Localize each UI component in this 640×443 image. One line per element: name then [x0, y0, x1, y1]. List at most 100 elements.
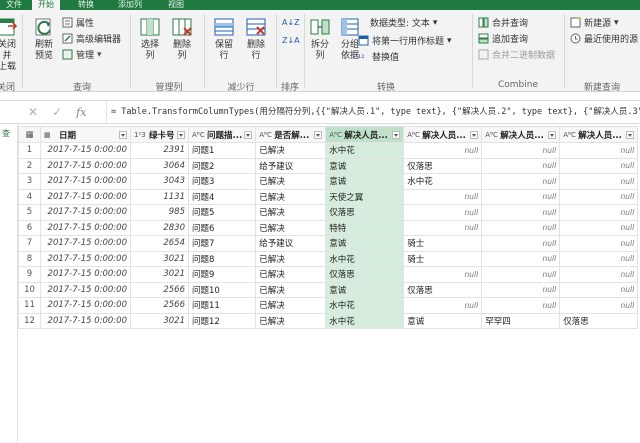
table-cell[interactable]: 已解决 — [255, 281, 327, 298]
table-row[interactable]: 7 2017-7-15 0:00:00 2654 问题7 给予建议 意诚 骑士 null nul… — [18, 235, 639, 252]
table-cell[interactable]: null — [403, 188, 483, 205]
table-cell[interactable]: 问题6 — [187, 219, 257, 236]
table-cell[interactable]: 骑士 — [403, 235, 483, 252]
column-header[interactable]: AᴮC 解决人员... — [559, 126, 639, 143]
table-row[interactable]: 5 2017-7-15 0:00:00 985 问题5 已解决 仅落思 null null nu… — [18, 204, 639, 221]
row-number[interactable]: 5 — [18, 204, 41, 221]
column-filter-icon[interactable] — [548, 130, 557, 139]
properties-button[interactable]: 属性 — [62, 16, 94, 29]
split-column-button[interactable]: 拆分 列 — [306, 16, 334, 62]
table-cell[interactable]: 2017-7-15 0:00:00 — [40, 266, 131, 283]
table-cell[interactable]: 问题7 — [187, 235, 257, 252]
table-cell[interactable]: 意诚 — [325, 235, 405, 252]
table-cell[interactable]: 2566 — [130, 281, 189, 298]
table-cell[interactable]: 2654 — [130, 235, 189, 252]
column-filter-icon[interactable] — [626, 130, 635, 139]
replace-values-button[interactable]: ₁₂ 替换值 — [358, 50, 399, 63]
table-cell[interactable]: null — [481, 188, 561, 205]
keep-rows-button[interactable]: 保留 行 — [209, 16, 239, 62]
column-type-icon[interactable]: ▦ — [44, 131, 57, 139]
new-source-button[interactable]: 新建源 ▾ — [570, 16, 619, 29]
table-cell[interactable]: 水中花 — [325, 297, 405, 314]
column-filter-icon[interactable] — [177, 130, 185, 139]
row-number[interactable]: 8 — [18, 250, 41, 267]
table-cell[interactable]: null — [481, 204, 561, 221]
table-row[interactable]: 6 2017-7-15 0:00:00 2830 问题6 已解决 特特 null null nu… — [18, 219, 639, 236]
column-header[interactable]: ▦ 日期 — [40, 126, 131, 143]
column-type-icon[interactable]: AᴮC — [259, 131, 272, 139]
column-type-icon[interactable]: AᴮC — [407, 131, 420, 139]
table-cell[interactable]: null — [559, 297, 639, 314]
table-cell[interactable]: 给予建议 — [255, 157, 327, 174]
column-header[interactable]: 1²3 绿卡号 — [130, 126, 189, 143]
table-cell[interactable]: 已解决 — [255, 219, 327, 236]
table-cell[interactable]: 2017-7-15 0:00:00 — [40, 297, 131, 314]
formula-input[interactable]: = Table.TransformColumnTypes(用分隔符分列,{{"解… — [106, 101, 640, 123]
column-type-icon[interactable]: AᴮC — [192, 131, 205, 139]
table-cell[interactable]: 问题12 — [187, 312, 257, 329]
row-number[interactable]: 6 — [18, 219, 41, 236]
table-cell[interactable]: 已解决 — [255, 266, 327, 283]
table-cell[interactable]: 意诚 — [325, 281, 405, 298]
table-cell[interactable]: null — [481, 266, 561, 283]
table-cell[interactable]: null — [481, 250, 561, 267]
column-type-icon[interactable]: 1²3 — [134, 131, 147, 139]
row-number[interactable]: 10 — [18, 281, 41, 298]
table-row[interactable]: 11 2017-7-15 0:00:00 2566 问题11 已解决 水中花 null nul… — [18, 297, 639, 314]
table-cell[interactable]: 3043 — [130, 173, 189, 190]
close-and-load-button[interactable]: 关闭并 上载 — [0, 16, 20, 73]
table-cell[interactable]: 水中花 — [403, 173, 483, 190]
table-cell[interactable]: 水中花 — [325, 312, 405, 329]
table-cell[interactable]: 仅落思 — [325, 266, 405, 283]
fx-icon[interactable]: fx — [76, 106, 86, 119]
table-cell[interactable]: null — [481, 173, 561, 190]
table-select-all[interactable]: ▦ — [18, 126, 41, 143]
column-filter-icon[interactable] — [244, 130, 253, 139]
table-cell[interactable]: 2017-7-15 0:00:00 — [40, 235, 131, 252]
table-row[interactable]: 1 2017-7-15 0:00:00 2391 问题1 已解决 水中花 null null n… — [18, 142, 639, 159]
table-cell[interactable]: 仅落思 — [403, 157, 483, 174]
table-cell[interactable]: null — [403, 219, 483, 236]
use-first-row-headers-button[interactable]: 将第一行用作标题 ▾ — [358, 34, 452, 47]
table-cell[interactable]: null — [559, 204, 639, 221]
table-cell[interactable]: 问题10 — [187, 281, 257, 298]
column-type-icon[interactable]: AᴮC — [485, 131, 498, 139]
table-cell[interactable]: 意诚 — [403, 312, 483, 329]
table-cell[interactable]: 2017-7-15 0:00:00 — [40, 281, 131, 298]
row-number[interactable]: 11 — [18, 297, 41, 314]
table-cell[interactable]: 已解决 — [255, 173, 327, 190]
manage-button[interactable]: 管理 ▾ — [62, 48, 102, 61]
table-cell[interactable]: null — [403, 297, 483, 314]
remove-rows-button[interactable]: 删除 行 — [241, 16, 271, 62]
row-number[interactable]: 1 — [18, 142, 41, 159]
table-cell[interactable]: 2017-7-15 0:00:00 — [40, 173, 131, 190]
table-cell[interactable]: 问题1 — [187, 142, 257, 159]
table-cell[interactable]: null — [481, 157, 561, 174]
tab-file[interactable]: 文件 — [0, 0, 28, 10]
table-row[interactable]: 2 2017-7-15 0:00:00 3064 问题2 给予建议 意诚 仅落思 null nu… — [18, 157, 639, 174]
table-cell[interactable]: 2566 — [130, 297, 189, 314]
row-number[interactable]: 3 — [18, 173, 41, 190]
confirm-icon[interactable]: ✓ — [52, 105, 62, 119]
tab-view[interactable]: 视图 — [162, 0, 190, 10]
column-filter-icon[interactable] — [392, 130, 401, 139]
column-filter-icon[interactable] — [119, 130, 127, 139]
tab-transform[interactable]: 转换 — [72, 0, 100, 10]
combine-binaries-button[interactable]: 合并二进制数据 — [478, 48, 555, 61]
table-cell[interactable]: null — [403, 266, 483, 283]
sort-ascending-button[interactable]: A↓Z — [282, 16, 300, 29]
table-cell[interactable]: null — [559, 142, 639, 159]
row-number[interactable]: 4 — [18, 188, 41, 205]
table-cell[interactable]: null — [559, 219, 639, 236]
table-cell[interactable]: 水中花 — [325, 250, 405, 267]
table-cell[interactable]: 2830 — [130, 219, 189, 236]
sort-descending-button[interactable]: Z↓A — [282, 34, 300, 47]
table-cell[interactable]: null — [481, 297, 561, 314]
table-cell[interactable]: 问题5 — [187, 204, 257, 221]
table-cell[interactable]: 仅落思 — [325, 204, 405, 221]
table-cell[interactable]: 骑士 — [403, 250, 483, 267]
table-cell[interactable]: 2391 — [130, 142, 189, 159]
table-cell[interactable]: 问题4 — [187, 188, 257, 205]
row-number[interactable]: 12 — [18, 312, 41, 329]
table-cell[interactable]: null — [559, 188, 639, 205]
